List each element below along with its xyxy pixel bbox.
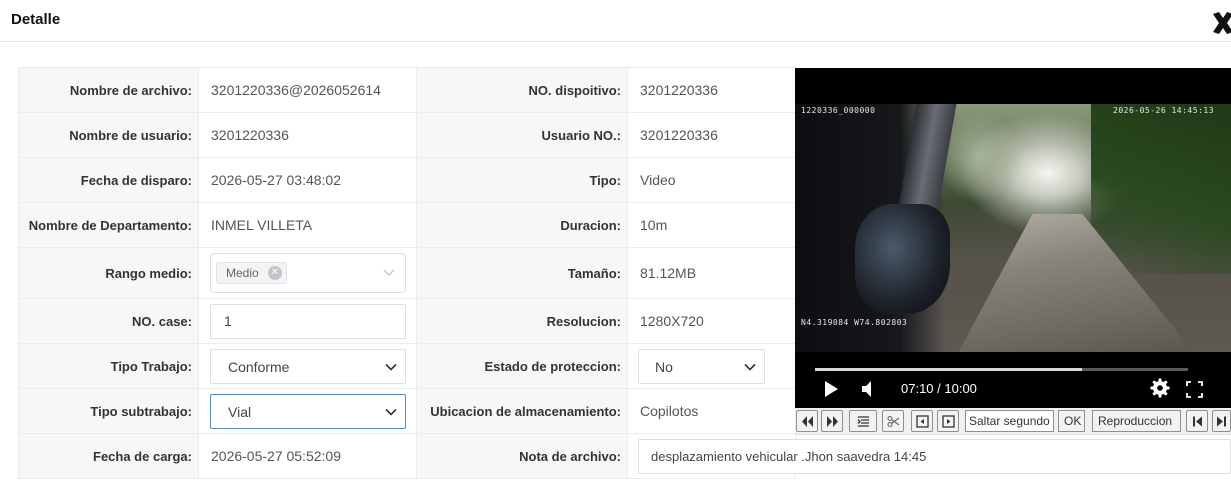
work-type-select[interactable]: Conforme bbox=[210, 348, 406, 384]
fast-forward-button[interactable] bbox=[821, 410, 843, 432]
dialog-title: Detalle bbox=[11, 11, 61, 28]
chevron-down-icon bbox=[744, 363, 756, 371]
rewind-button[interactable] bbox=[796, 410, 818, 432]
trigger-date-label: Fecha de disparo: bbox=[18, 157, 199, 203]
table-row: Nombre de Departamento: INMEL VILLETA Du… bbox=[18, 202, 796, 248]
next-frame-button[interactable] bbox=[937, 410, 959, 432]
skip-end-icon bbox=[1217, 416, 1226, 427]
skip-start-icon bbox=[1192, 416, 1202, 427]
media-range-tag: Medio ✕ bbox=[216, 262, 287, 284]
user-no-label: Usuario NO.: bbox=[416, 112, 628, 158]
skip-seconds-input[interactable] bbox=[965, 410, 1054, 432]
table-row: Nombre de usuario: 3201220336 Usuario NO… bbox=[18, 112, 796, 158]
table-row: NO. case: Resolucion: 1280X720 bbox=[18, 298, 796, 344]
file-name-label: Nombre de archivo: bbox=[18, 67, 199, 113]
tag-remove-icon[interactable]: ✕ bbox=[267, 266, 282, 280]
work-subtype-selected: Vial bbox=[228, 403, 252, 420]
storage-location-label: Ubicacion de almacenamiento: bbox=[416, 388, 628, 434]
size-label: Tamaño: bbox=[416, 247, 628, 299]
close-icon[interactable] bbox=[1208, 8, 1231, 38]
work-subtype-cell: Vial bbox=[198, 388, 417, 434]
user-name-value: 3201220336 bbox=[198, 112, 417, 158]
user-name-label: Nombre de usuario: bbox=[18, 112, 199, 158]
fullscreen-icon[interactable] bbox=[1186, 381, 1203, 398]
dialog-header: Detalle bbox=[0, 0, 1231, 42]
media-range-select[interactable]: Medio ✕ bbox=[210, 253, 406, 293]
department-value: INMEL VILLETA bbox=[198, 202, 417, 248]
gear-icon[interactable] bbox=[1150, 378, 1170, 398]
rewind-icon bbox=[801, 416, 813, 427]
protection-state-label: Estado de proteccion: bbox=[416, 343, 628, 389]
detail-table: Nombre de archivo: 3201220336@2026052614… bbox=[18, 67, 1231, 479]
case-no-label: NO. case: bbox=[18, 298, 199, 344]
storage-location-value: Copilotos bbox=[627, 388, 796, 434]
device-no-value: 3201220336 bbox=[627, 67, 796, 113]
scissors-icon bbox=[886, 415, 899, 428]
resolution-label: Resolucion: bbox=[416, 298, 628, 344]
frame-trees bbox=[1091, 104, 1231, 274]
progress-fill bbox=[815, 368, 1083, 371]
chevron-down-icon bbox=[385, 363, 397, 371]
skip-start-button[interactable] bbox=[1186, 410, 1208, 432]
duration-label: Duracion: bbox=[416, 202, 628, 248]
work-type-label: Tipo Trabajo: bbox=[18, 343, 199, 389]
resolution-value: 1280X720 bbox=[627, 298, 796, 344]
type-label: Tipo: bbox=[416, 157, 628, 203]
work-type-selected: Conforme bbox=[228, 358, 290, 375]
clip-button[interactable] bbox=[882, 410, 904, 432]
osd-device-id: 1220336_000000 bbox=[801, 106, 876, 115]
user-no-value: 3201220336 bbox=[627, 112, 796, 158]
media-range-label: Rango medio: bbox=[18, 247, 199, 299]
skip-end-button[interactable] bbox=[1212, 410, 1231, 432]
file-note-label: Nota de archivo: bbox=[416, 433, 628, 479]
media-range-cell: Medio ✕ bbox=[198, 247, 417, 299]
device-no-label: NO. dispoitivo: bbox=[416, 67, 628, 113]
case-no-input[interactable] bbox=[210, 303, 406, 339]
case-no-cell bbox=[198, 298, 417, 344]
duration-value: 10m bbox=[627, 202, 796, 248]
table-row: Tipo subtrabajo: Vial Ubicacion de almac… bbox=[18, 388, 796, 434]
frame-mirror bbox=[855, 204, 950, 314]
media-range-tag-label: Medio bbox=[226, 266, 259, 280]
table-row: Fecha de carga: 2026-05-27 05:52:09 Nota… bbox=[18, 433, 1231, 479]
upload-date-value: 2026-05-27 05:52:09 bbox=[198, 433, 417, 479]
table-row: Rango medio: Medio ✕ Tamaño: 81.12MB bbox=[18, 247, 796, 299]
size-value: 81.12MB bbox=[627, 247, 796, 299]
file-note-input[interactable] bbox=[638, 438, 1231, 474]
prev-frame-icon bbox=[915, 415, 929, 428]
prev-frame-button[interactable] bbox=[911, 410, 933, 432]
playback-button[interactable]: Reproduccion bbox=[1092, 410, 1181, 432]
next-frame-icon bbox=[941, 415, 955, 428]
trigger-date-value: 2026-05-27 03:48:02 bbox=[198, 157, 417, 203]
table-row: Tipo Trabajo: Conforme Estado de protecc… bbox=[18, 343, 796, 389]
protection-state-selected: No bbox=[655, 358, 673, 375]
file-name-value: 3201220336@2026052614 bbox=[198, 67, 417, 113]
fast-forward-icon bbox=[826, 416, 838, 427]
work-subtype-label: Tipo subtrabajo: bbox=[18, 388, 199, 434]
protection-state-select[interactable]: No bbox=[638, 348, 765, 384]
table-row: Fecha de disparo: 2026-05-27 03:48:02 Ti… bbox=[18, 157, 796, 203]
protection-state-cell: No bbox=[627, 343, 796, 389]
table-row: Nombre de archivo: 3201220336@2026052614… bbox=[18, 67, 796, 113]
playback-toolbar: OK Reproduccion bbox=[795, 408, 1231, 435]
file-note-cell bbox=[627, 433, 1231, 479]
time-display: 07:10 / 10:00 bbox=[901, 381, 977, 396]
ok-button[interactable]: OK bbox=[1058, 410, 1085, 432]
list-button[interactable] bbox=[849, 410, 877, 432]
list-icon bbox=[857, 416, 869, 427]
upload-date-label: Fecha de carga: bbox=[18, 433, 199, 479]
type-value: Video bbox=[627, 157, 796, 203]
video-player[interactable]: 1220336_000000 2026-05-26 14:45:13 N4.31… bbox=[795, 68, 1231, 408]
volume-icon[interactable] bbox=[860, 380, 876, 398]
osd-gps: N4.319084 W74.802803 bbox=[801, 318, 908, 327]
chevron-down-icon bbox=[383, 269, 395, 276]
progress-bar[interactable] bbox=[815, 368, 1188, 371]
department-label: Nombre de Departamento: bbox=[18, 202, 199, 248]
osd-timestamp: 2026-05-26 14:45:13 bbox=[1113, 106, 1215, 115]
work-subtype-select[interactable]: Vial bbox=[210, 393, 406, 429]
video-frame[interactable] bbox=[795, 104, 1231, 352]
work-type-cell: Conforme bbox=[198, 343, 417, 389]
chevron-down-icon bbox=[385, 408, 397, 416]
play-icon[interactable] bbox=[823, 380, 839, 398]
